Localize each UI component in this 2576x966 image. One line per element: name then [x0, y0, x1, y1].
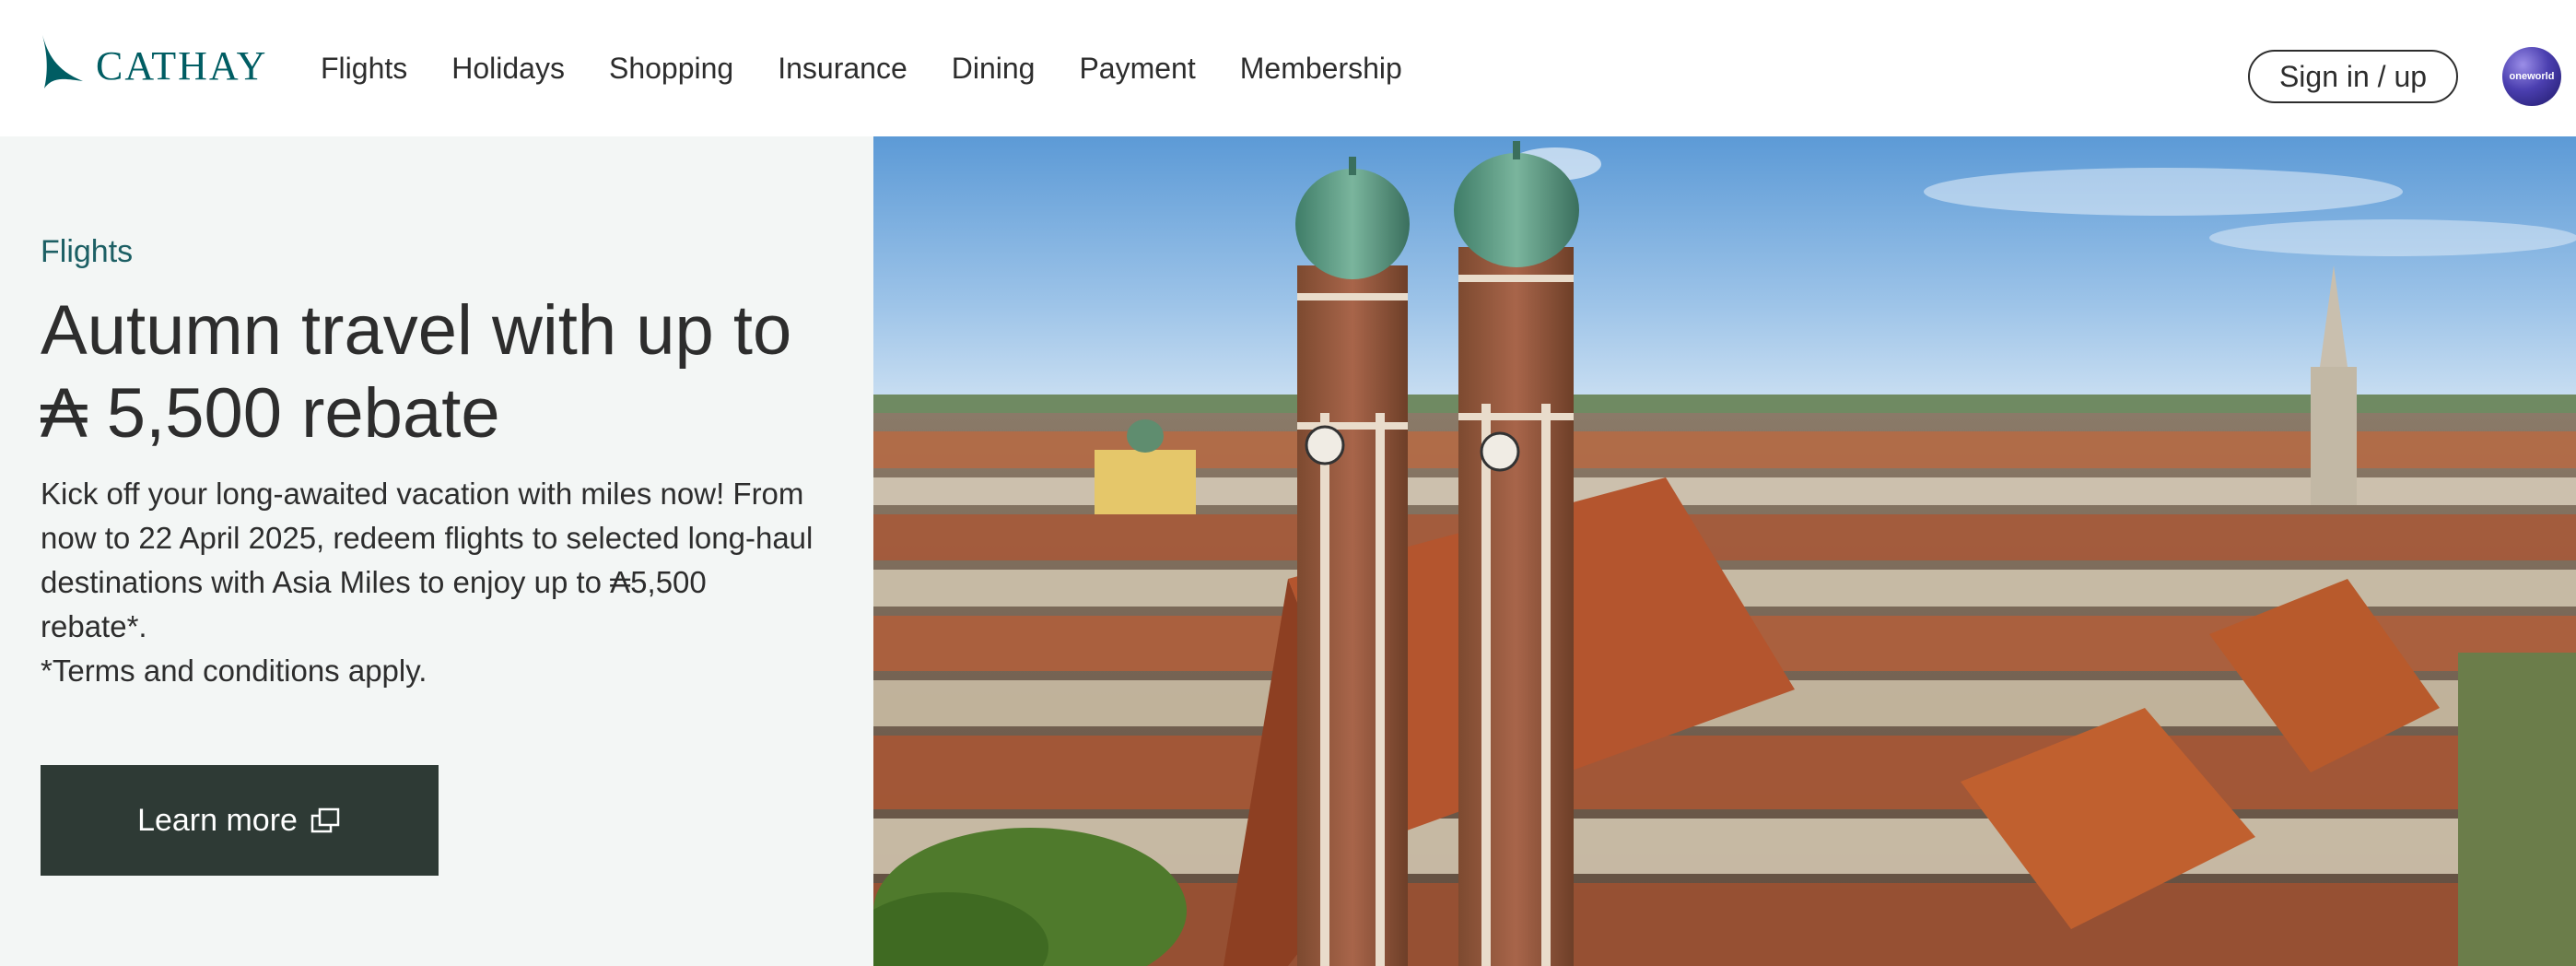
promo-category: Flights — [41, 234, 134, 269]
nav-dining[interactable]: Dining — [952, 52, 1036, 86]
promo-body: Kick off your long-awaited vacation with… — [41, 477, 814, 643]
top-header: CATHAY Flights Holidays Shopping Insuran… — [0, 0, 2576, 136]
promo-terms: *Terms and conditions apply. — [41, 654, 427, 688]
city-skyline-photo — [873, 136, 2576, 966]
main-nav: Flights Holidays Shopping Insurance Dini… — [321, 0, 1446, 136]
nav-insurance[interactable]: Insurance — [778, 52, 907, 86]
sign-in-button[interactable]: Sign in / up — [2248, 50, 2458, 103]
promo-description: Kick off your long-awaited vacation with… — [41, 472, 814, 693]
oneworld-badge-label: oneworld — [2509, 71, 2555, 82]
external-link-icon — [310, 807, 342, 834]
nav-payment[interactable]: Payment — [1079, 52, 1195, 86]
promo-panel: Flights Autumn travel with up to ₳ 5,500… — [0, 136, 873, 966]
hero-image — [873, 136, 2576, 966]
nav-membership[interactable]: Membership — [1240, 52, 1402, 86]
oneworld-badge-icon[interactable]: oneworld — [2502, 47, 2561, 106]
learn-more-label: Learn more — [137, 802, 298, 838]
cathay-brushwing-icon — [42, 35, 83, 88]
learn-more-button[interactable]: Learn more — [41, 765, 439, 876]
brand-name: CATHAY — [96, 42, 268, 88]
nav-shopping[interactable]: Shopping — [609, 52, 733, 86]
cathay-logo[interactable]: CATHAY — [39, 33, 267, 90]
promo-headline: Autumn travel with up to ₳ 5,500 rebate — [41, 291, 792, 453]
nav-holidays[interactable]: Holidays — [451, 52, 565, 86]
nav-flights[interactable]: Flights — [321, 52, 407, 86]
